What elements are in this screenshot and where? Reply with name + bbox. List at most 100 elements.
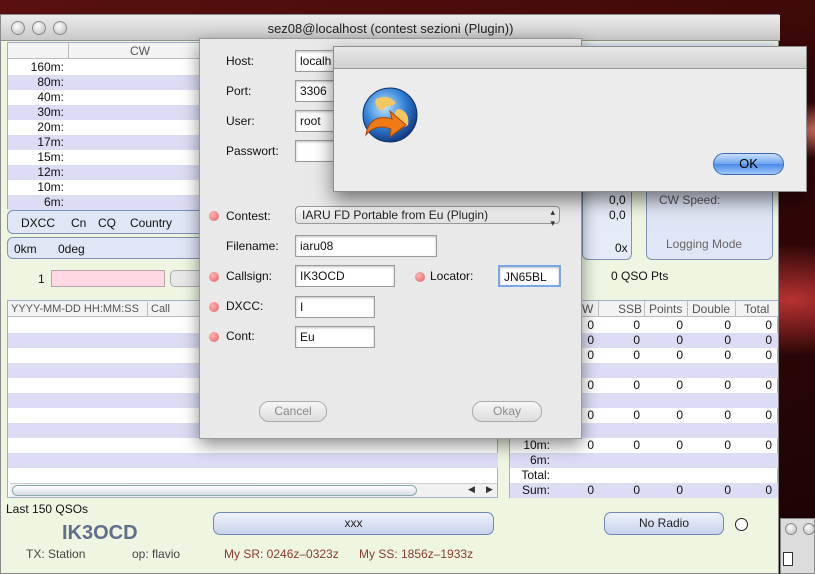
summary-row-label: 6m: <box>529 453 550 467</box>
band-row-160m: 160m: <box>30 60 64 74</box>
cont-label: Cont: <box>226 329 255 343</box>
okay-button[interactable]: Okay <box>472 401 542 422</box>
band-panel: CW 160m: 80m: 40m: 30m: 20m: 17m: 15m: 1… <box>7 42 202 210</box>
contest-select[interactable]: IARU FD Portable from Eu (Plugin) ▴ ▾ <box>295 206 560 228</box>
summary-cell: 0 <box>765 438 772 452</box>
alert-dialog: OK <box>333 46 807 192</box>
password-label: Passwort: <box>226 144 279 158</box>
horizontal-scrollbar[interactable]: ◀ ▶ <box>10 483 497 497</box>
summary-row: Total: <box>510 468 778 483</box>
background-window-fragment <box>780 518 815 574</box>
summary-cell: 0 <box>676 438 683 452</box>
summary-cell: 0 <box>633 408 640 422</box>
summary-row-label: Total: <box>521 468 550 482</box>
my-sunset-label: My SS: 1856z–1933z <box>359 547 474 561</box>
distance-bar: 0km 0deg <box>7 237 205 259</box>
entry-field-2[interactable] <box>170 270 202 287</box>
band-row-17m: 17m: <box>8 135 202 150</box>
summary-cell: 0 <box>633 318 640 332</box>
band-list: 160m: 80m: 40m: 30m: 20m: 17m: 15m: 12m:… <box>8 60 202 210</box>
scroll-left-arrow[interactable]: ◀ <box>468 484 475 495</box>
summary-cell: 0 <box>587 438 594 452</box>
summary-row-label: Sum: <box>521 483 550 497</box>
host-label: Host: <box>226 54 255 68</box>
band-panel-header: CW <box>8 43 202 59</box>
distance-km: 0km <box>14 242 37 256</box>
alert-title-bar <box>334 47 806 69</box>
summary-cell: 0 <box>765 408 772 422</box>
band-row-10m: 10m: <box>37 180 64 194</box>
xxx-button[interactable]: xxx <box>213 512 494 535</box>
stat-count: 0x <box>615 241 628 255</box>
callsign-input[interactable]: IK3OCD <box>295 265 395 287</box>
datetime-column-header[interactable]: YYYY-MM-DD HH:MM:SS <box>8 302 148 316</box>
station-callsign: IK3OCD <box>62 522 138 544</box>
logging-mode-label: Logging Mode <box>666 237 743 251</box>
dxcc-bar: DXCC Cn CQ Country <box>7 210 205 234</box>
summary-cell: 0 <box>676 378 683 392</box>
summary-cell: 0 <box>724 438 731 452</box>
band-row-20m: 20m: <box>37 120 64 134</box>
dxcc-label: DXCC: <box>226 299 264 313</box>
summary-cell: 0 <box>676 408 683 422</box>
scroll-right-arrow[interactable]: ▶ <box>486 484 493 495</box>
summary-cell: 0 <box>633 438 640 452</box>
call-entry-field[interactable] <box>51 270 165 287</box>
band-row-40m: 40m: <box>37 90 64 104</box>
dxcc-field-label: DXCC <box>21 216 56 230</box>
locator-input[interactable]: JN65BL <box>498 265 561 287</box>
summary-col-ssb: SSB <box>618 302 643 316</box>
locator-required-dot <box>415 272 425 282</box>
bearing-deg: 0deg <box>58 242 85 256</box>
last-qsos-label: Last 150 QSOs <box>6 502 89 516</box>
cq-field-label: CQ <box>98 216 116 230</box>
user-label: User: <box>226 114 255 128</box>
summary-cell: 0 <box>765 378 772 392</box>
callsign-label: Callsign: <box>226 269 273 283</box>
tx-station-label: TX: Station <box>26 547 86 561</box>
band-row-15m: 15m: <box>37 150 64 164</box>
qso-points: 0 QSO Pts <box>611 269 669 283</box>
summary-cell: 0 <box>587 483 594 497</box>
summary-cell: 0 <box>676 348 683 362</box>
callsign-required-dot <box>209 272 219 282</box>
summary-row: 10m: 0 0 0 0 0 <box>510 438 778 453</box>
serial-number: 1 <box>38 272 45 286</box>
summary-cell: 0 <box>676 318 683 332</box>
summary-cell: 0 <box>724 408 731 422</box>
summary-cell: 0 <box>633 378 640 392</box>
summary-cell: 0 <box>633 348 640 362</box>
summary-row-label: 10m: <box>523 438 550 452</box>
summary-cell: 0 <box>724 348 731 362</box>
cont-input[interactable]: Eu <box>295 326 375 348</box>
stat-value-1: 0,0 <box>609 193 626 207</box>
network-update-icon <box>358 85 422 149</box>
summary-cell: 0 <box>724 483 731 497</box>
summary-cell: 0 <box>765 348 772 362</box>
contest-required-dot <box>209 211 219 221</box>
window-title: sez08@localhost (contest sezioni (Plugin… <box>267 21 514 36</box>
summary-col-cw: W <box>582 302 594 316</box>
summary-col-double: Double <box>692 302 731 316</box>
radio-status-indicator <box>735 518 748 531</box>
country-field-label: Country <box>130 216 173 230</box>
stats-box: 0,0 0,0 0x <box>582 190 632 260</box>
contest-select-value: IARU FD Portable from Eu (Plugin) <box>302 208 489 222</box>
locator-label: Locator: <box>430 269 474 283</box>
summary-cell: 0 <box>724 333 731 347</box>
summary-row: 6m: <box>510 453 778 468</box>
filename-input[interactable]: iaru08 <box>295 235 437 257</box>
no-radio-button[interactable]: No Radio <box>604 512 724 535</box>
band-row-30m: 30m: <box>8 105 202 120</box>
cn-field-label: Cn <box>71 216 87 230</box>
cancel-button[interactable]: Cancel <box>259 401 327 422</box>
ok-button[interactable]: OK <box>713 153 784 175</box>
summary-cell: 0 <box>765 483 772 497</box>
scroll-thumb[interactable] <box>12 485 417 496</box>
summary-cell: 0 <box>765 318 772 332</box>
summary-cell: 0 <box>676 483 683 497</box>
dxcc-input[interactable]: I <box>295 296 375 318</box>
contest-label: Contest: <box>226 209 271 223</box>
summary-cell: 0 <box>633 333 640 347</box>
filename-label: Filename: <box>226 239 279 253</box>
